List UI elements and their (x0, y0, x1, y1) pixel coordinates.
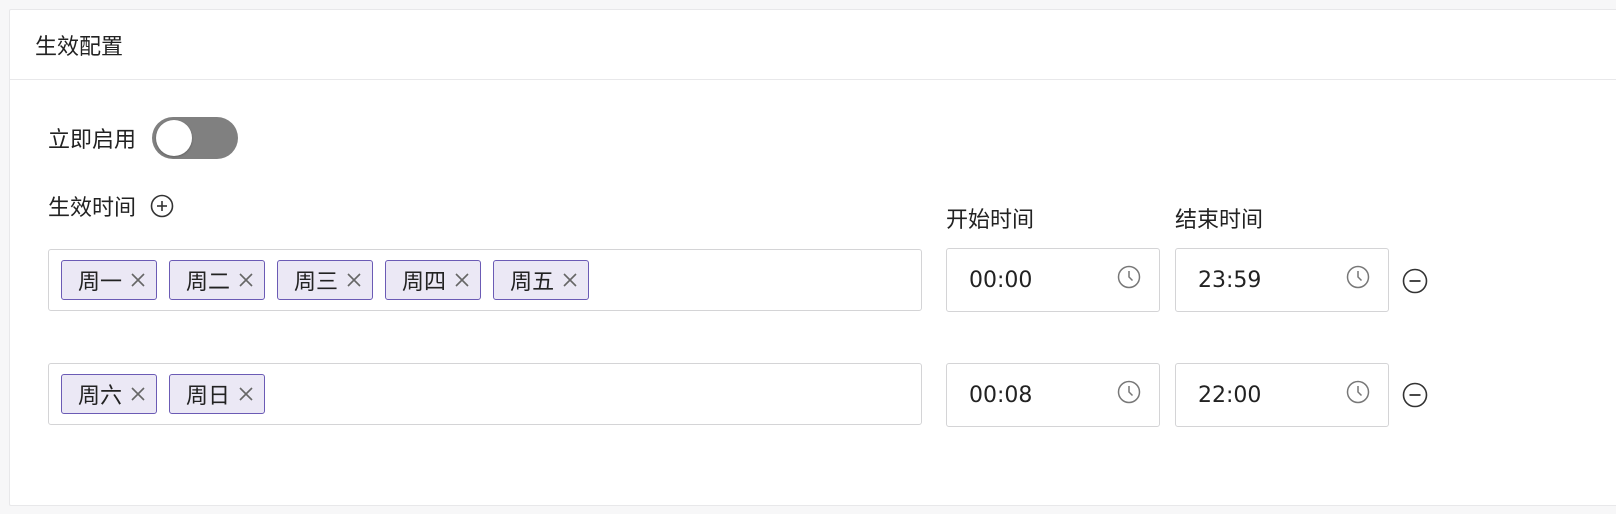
enable-toggle[interactable] (152, 117, 239, 159)
tag-label: 周五 (510, 270, 555, 295)
end-time-input[interactable]: 23:59 (1175, 248, 1389, 312)
clock-icon (1346, 265, 1370, 295)
card-title-text: 生效配置 (35, 34, 124, 60)
plus-circle-icon[interactable] (150, 194, 174, 218)
tag-label: 周一 (78, 270, 123, 295)
toggle-knob (156, 120, 193, 156)
minus-circle-icon[interactable] (1402, 268, 1428, 294)
close-icon[interactable] (452, 270, 472, 290)
tag-day: 周五 (493, 260, 590, 300)
start-time-input[interactable]: 00:08 (946, 363, 1160, 427)
effective-time-label: 生效时间 (48, 196, 137, 221)
start-time-value: 00:08 (969, 382, 1033, 408)
clock-icon (1117, 265, 1141, 295)
weekday-select-row-2[interactable]: 周六 周日 (48, 363, 922, 425)
tag-day: 周三 (277, 260, 374, 300)
end-time-label: 结束时间 (1175, 208, 1264, 233)
end-time-input[interactable]: 22:00 (1175, 363, 1389, 427)
close-icon[interactable] (128, 384, 148, 404)
enable-label: 立即启用 (48, 128, 137, 153)
tag-day: 周四 (385, 260, 482, 300)
close-icon[interactable] (560, 270, 580, 290)
close-icon[interactable] (344, 270, 364, 290)
effective-time-header: 生效时间 (48, 190, 174, 222)
clock-icon (1346, 380, 1370, 410)
tag-day: 周一 (61, 260, 158, 300)
start-time-input[interactable]: 00:00 (946, 248, 1160, 312)
tag-label: 周六 (78, 384, 123, 409)
start-time-value: 00:00 (969, 267, 1033, 293)
close-icon[interactable] (128, 270, 148, 290)
minus-circle-icon[interactable] (1402, 382, 1428, 408)
close-icon[interactable] (236, 384, 256, 404)
tag-day: 周六 (61, 374, 158, 414)
tag-day: 周日 (169, 374, 266, 414)
tag-day: 周二 (169, 260, 266, 300)
start-time-label: 开始时间 (946, 208, 1035, 233)
tag-label: 周三 (294, 270, 339, 295)
end-time-value: 22:00 (1198, 382, 1262, 408)
weekday-select-row-1[interactable]: 周一 周二 周三 周四 周五 (48, 249, 922, 311)
end-time-value: 23:59 (1198, 267, 1262, 293)
clock-icon (1117, 380, 1141, 410)
tag-label: 周四 (402, 270, 447, 295)
tag-label: 周日 (186, 384, 231, 409)
card-title: 生效配置 (10, 10, 1616, 80)
enable-row: 立即启用 (48, 117, 239, 159)
tag-label: 周二 (186, 270, 231, 295)
close-icon[interactable] (236, 270, 256, 290)
